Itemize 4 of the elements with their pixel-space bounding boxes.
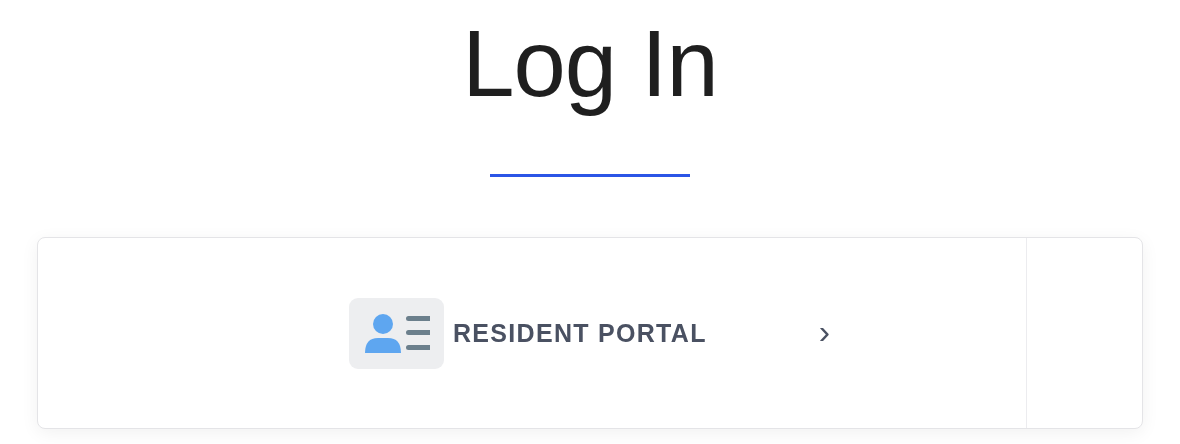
page-title: Log In bbox=[462, 10, 718, 118]
chevron-icon: › bbox=[818, 314, 831, 352]
resident-portal-link[interactable]: RESIDENT PORTAL bbox=[453, 318, 707, 348]
id-card-icon bbox=[349, 297, 444, 369]
